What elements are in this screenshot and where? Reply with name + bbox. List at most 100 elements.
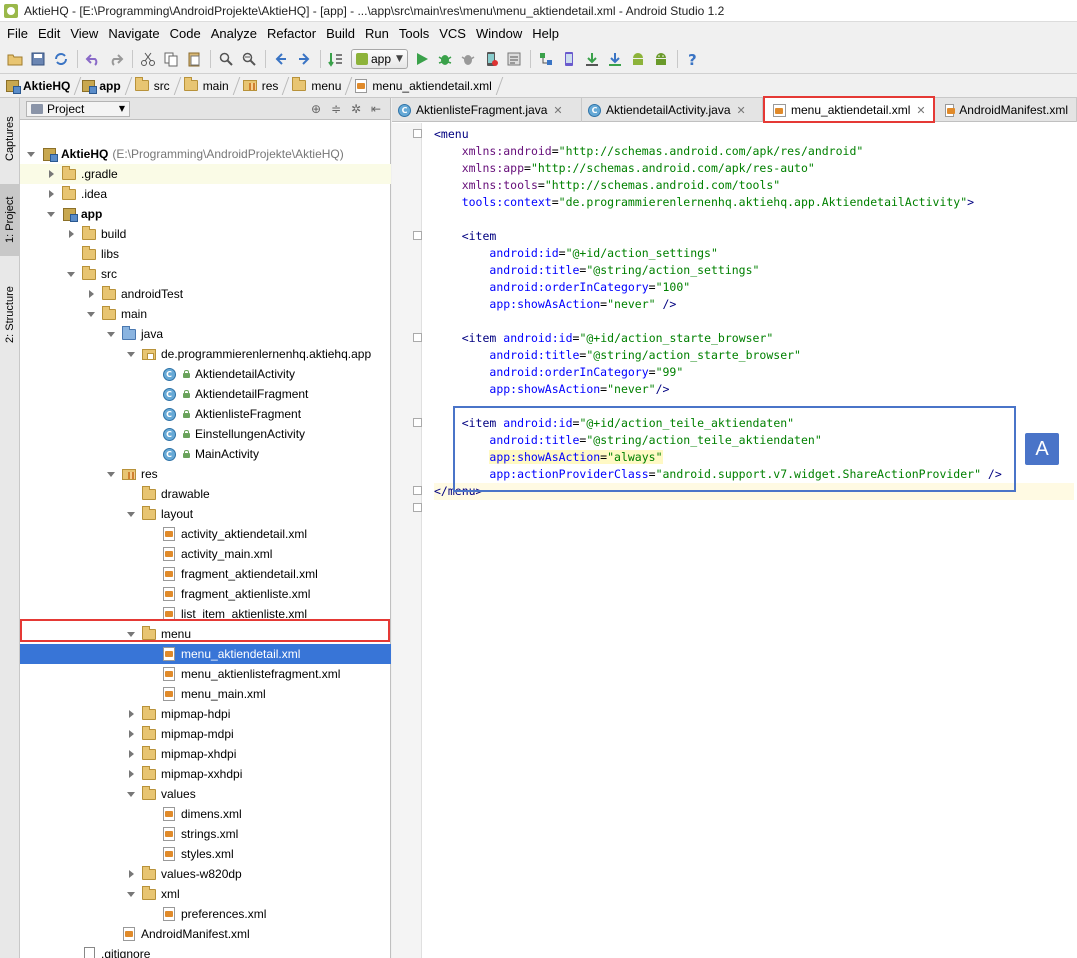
menu-analyze[interactable]: Analyze — [206, 26, 262, 41]
run-icon[interactable] — [411, 48, 433, 70]
back-icon[interactable] — [270, 48, 292, 70]
close-icon[interactable]: ✕ — [916, 104, 925, 117]
tree-node[interactable]: C AktiendetailFragment — [20, 384, 391, 404]
breadcrumb-item-project[interactable]: AktieHQ — [6, 74, 78, 98]
tool-tab-structure[interactable]: 2: Structure — [0, 272, 20, 358]
tab-aktiendetailactivity-java[interactable]: C AktiendetailActivity.java ✕ — [582, 98, 763, 122]
undo-icon[interactable] — [82, 48, 104, 70]
sync-icon[interactable] — [50, 48, 72, 70]
fold-marker-icon[interactable] — [413, 503, 422, 512]
tree-node[interactable]: styles.xml — [20, 844, 391, 864]
run-configuration-dropdown[interactable]: app ▼ — [351, 48, 408, 69]
menu-view[interactable]: View — [65, 26, 103, 41]
tree-node[interactable]: de.programmierenlernenhq.aktiehq.app — [20, 344, 391, 364]
expanded-arrow-icon[interactable] — [86, 309, 96, 319]
tree-node[interactable]: C AktiendetailActivity — [20, 364, 391, 384]
collapsed-arrow-icon[interactable] — [126, 729, 136, 739]
make-icon[interactable] — [325, 48, 347, 70]
tool-tab-project[interactable]: 1: Project — [0, 184, 20, 256]
expanded-arrow-icon[interactable] — [126, 889, 136, 899]
tree-node[interactable]: app — [20, 204, 391, 224]
tree-node[interactable]: layout — [20, 504, 391, 524]
tree-node[interactable]: preferences.xml — [20, 904, 391, 924]
fold-marker-icon[interactable] — [413, 418, 422, 427]
tree-node[interactable]: drawable — [20, 484, 391, 504]
breadcrumb-item-menu[interactable]: menu — [286, 74, 349, 98]
collapse-all-icon[interactable]: ≑ — [326, 102, 346, 116]
tree-node[interactable]: main — [20, 304, 391, 324]
debug-icon[interactable] — [434, 48, 456, 70]
tree-node[interactable]: activity_main.xml — [20, 544, 391, 564]
tree-node[interactable]: src — [20, 264, 391, 284]
tool-tab-captures[interactable]: Captures — [0, 104, 20, 174]
collapsed-arrow-icon[interactable] — [126, 769, 136, 779]
tree-node[interactable]: .gradle — [20, 164, 391, 184]
tree-node[interactable]: build — [20, 224, 391, 244]
tree-node[interactable]: dimens.xml — [20, 804, 391, 824]
android-monitor-icon[interactable] — [627, 48, 649, 70]
sync-gradle-icon[interactable] — [604, 48, 626, 70]
tree-node[interactable]: fragment_aktienliste.xml — [20, 584, 391, 604]
tree-node[interactable]: mipmap-mdpi — [20, 724, 391, 744]
expanded-arrow-icon[interactable] — [106, 469, 116, 479]
tree-node[interactable]: values-w820dp — [20, 864, 391, 884]
menu-code[interactable]: Code — [165, 26, 206, 41]
menu-refactor[interactable]: Refactor — [262, 26, 321, 41]
paste-icon[interactable] — [183, 48, 205, 70]
tree-node[interactable]: res — [20, 464, 391, 484]
cut-icon[interactable] — [137, 48, 159, 70]
tree-node[interactable]: C AktienlisteFragment — [20, 404, 391, 424]
replace-icon[interactable] — [238, 48, 260, 70]
menu-vcs[interactable]: VCS — [434, 26, 471, 41]
tree-node[interactable]: menu — [20, 624, 391, 644]
tree-node[interactable]: activity_aktiendetail.xml — [20, 524, 391, 544]
tree-node[interactable]: androidTest — [20, 284, 391, 304]
expanded-arrow-icon[interactable] — [126, 629, 136, 639]
menu-file[interactable]: File — [2, 26, 33, 41]
breadcrumb-item-res[interactable]: res — [237, 74, 287, 98]
tree-node[interactable]: menu_main.xml — [20, 684, 391, 704]
tree-node[interactable]: AndroidManifest.xml — [20, 924, 391, 944]
tab-aktienlistefragment-java[interactable]: C AktienlisteFragment.java ✕ — [392, 98, 582, 122]
collapsed-arrow-icon[interactable] — [86, 289, 96, 299]
tree-node[interactable]: fragment_aktiendetail.xml — [20, 564, 391, 584]
tree-node[interactable]: java — [20, 324, 391, 344]
menu-help[interactable]: Help — [527, 26, 564, 41]
menu-edit[interactable]: Edit — [33, 26, 65, 41]
close-icon[interactable]: ✕ — [737, 104, 746, 117]
breadcrumb-item-app[interactable]: app — [78, 74, 128, 98]
expanded-arrow-icon[interactable] — [26, 149, 36, 159]
collapsed-arrow-icon[interactable] — [66, 229, 76, 239]
expanded-arrow-icon[interactable] — [46, 209, 56, 219]
redo-icon[interactable] — [105, 48, 127, 70]
menu-navigate[interactable]: Navigate — [103, 26, 164, 41]
project-structure-icon[interactable] — [535, 48, 557, 70]
tree-node[interactable]: strings.xml — [20, 824, 391, 844]
tree-node[interactable]: AktieHQ (E:\Programming\AndroidProjekte\A… — [20, 144, 391, 164]
save-icon[interactable] — [27, 48, 49, 70]
tree-node[interactable]: mipmap-hdpi — [20, 704, 391, 724]
project-view-selector[interactable]: Project ▼ — [26, 100, 130, 117]
expanded-arrow-icon[interactable] — [126, 789, 136, 799]
tab-menu-aktiendetail-xml[interactable]: menu_aktiendetail.xml ✕ — [763, 98, 935, 122]
tree-node[interactable]: .idea — [20, 184, 391, 204]
open-icon[interactable] — [4, 48, 26, 70]
collapsed-arrow-icon[interactable] — [126, 749, 136, 759]
tree-node[interactable]: xml — [20, 884, 391, 904]
expanded-arrow-icon[interactable] — [66, 269, 76, 279]
menu-window[interactable]: Window — [471, 26, 527, 41]
android-icon[interactable] — [650, 48, 672, 70]
expanded-arrow-icon[interactable] — [126, 509, 136, 519]
find-icon[interactable] — [215, 48, 237, 70]
menu-tools[interactable]: Tools — [394, 26, 434, 41]
breadcrumb-item-file[interactable]: menu_aktiendetail.xml — [349, 74, 499, 98]
tab-androidmanifest-xml[interactable]: AndroidManifest.xml — [935, 98, 1077, 122]
tree-node[interactable]: menu_aktiendetail.xml — [20, 644, 391, 664]
fold-marker-icon[interactable] — [413, 333, 422, 342]
tree-node[interactable]: C EinstellungenActivity — [20, 424, 391, 444]
forward-icon[interactable] — [293, 48, 315, 70]
copy-icon[interactable] — [160, 48, 182, 70]
breadcrumb-item-src[interactable]: src — [129, 74, 178, 98]
collapsed-arrow-icon[interactable] — [46, 169, 56, 179]
attach-debugger-icon[interactable] — [457, 48, 479, 70]
